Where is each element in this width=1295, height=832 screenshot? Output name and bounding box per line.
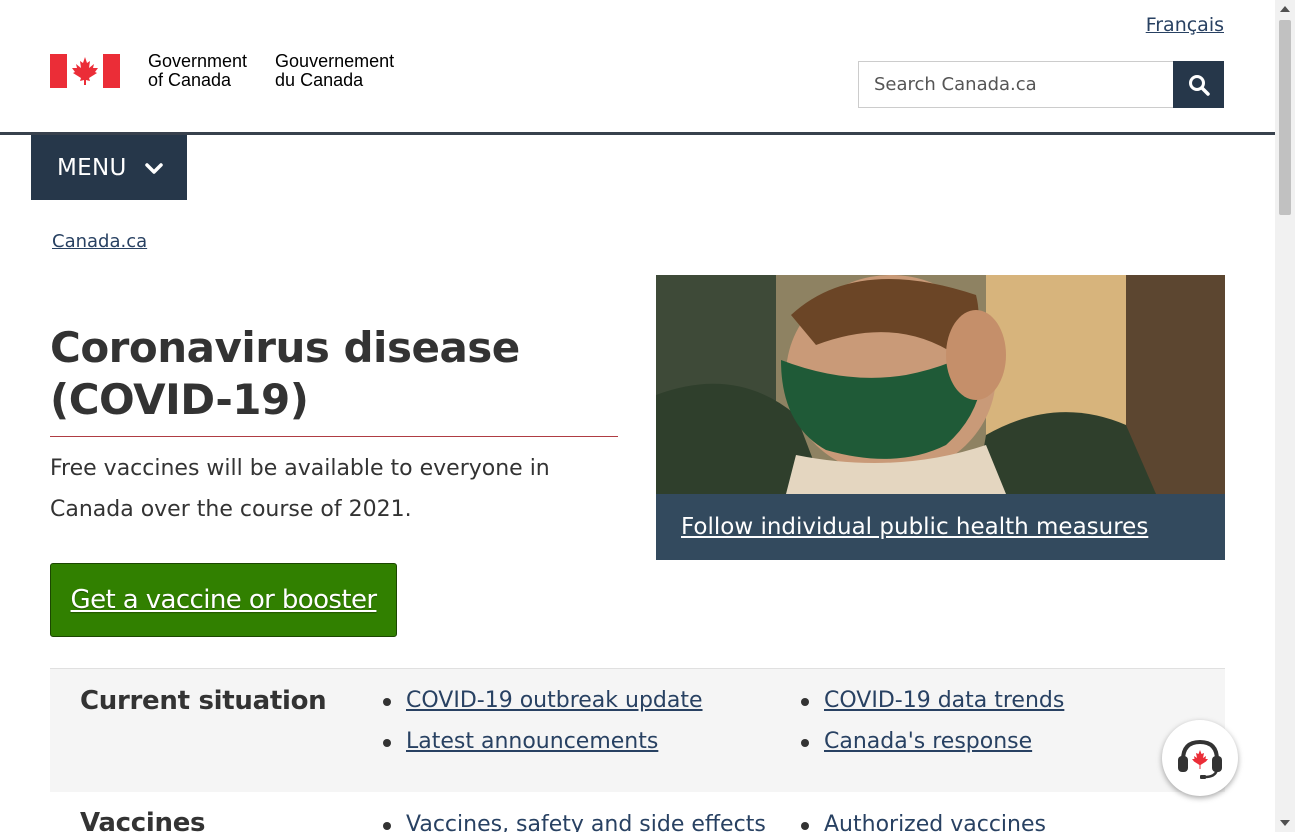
link-list: Authorized vaccines [799,804,1046,832]
header-divider [0,132,1275,135]
page-scrollbar[interactable] [1275,0,1295,832]
language-toggle-link[interactable]: Français [1146,14,1224,36]
section-heading: Current situation [80,686,327,716]
chevron-down-icon [144,162,163,174]
feature-caption: Follow individual public health measures [656,494,1225,560]
feature-card[interactable]: Follow individual public health measures [656,275,1225,560]
list-item[interactable]: Canada's response [799,721,1064,762]
page-title: Coronavirus disease (COVID-19) [50,322,618,437]
scrollbar-thumb[interactable] [1279,20,1291,215]
menu-button[interactable]: MENU [31,135,187,200]
gc-signature[interactable]: Government of Canada Gouvernement du Can… [50,52,394,90]
get-vaccine-button[interactable]: Get a vaccine or booster [50,563,397,637]
menu-label: MENU [57,154,127,181]
search-input[interactable] [858,61,1173,108]
feature-photo [656,275,1225,494]
vaccines-section: Vaccines Vaccines, safety and side effec… [50,792,1225,832]
public-health-measures-link[interactable]: Follow individual public health measures [681,514,1148,540]
link-list: COVID-19 outbreak update Latest announce… [381,680,703,762]
search-button[interactable] [1173,61,1224,108]
page-lead: Free vaccines will be available to every… [50,456,550,522]
brand-french: Gouvernement du Canada [275,51,395,90]
chat-assistant-button[interactable] [1162,720,1238,796]
headset-icon [1178,739,1222,779]
current-situation-section: Current situation COVID-19 outbreak upda… [50,668,1225,792]
data-trends-link[interactable]: COVID-19 data trends [824,688,1064,713]
search-icon [1188,74,1210,96]
list-item[interactable]: Vaccines, safety and side effects [381,804,766,832]
link-list: COVID-19 data trends Canada's response [799,680,1064,762]
list-item[interactable]: COVID-19 outbreak update [381,680,703,721]
search-form [858,61,1224,108]
scroll-down-arrow-icon[interactable] [1280,820,1290,826]
brand-english: Government of Canada [148,51,248,90]
canada-flag-icon [50,54,120,88]
authorized-vaccines-link[interactable]: Authorized vaccines [824,812,1046,832]
scroll-up-arrow-icon[interactable] [1280,6,1290,12]
list-item[interactable]: Latest announcements [381,721,703,762]
vaccine-safety-link[interactable]: Vaccines, safety and side effects [406,812,766,832]
outbreak-update-link[interactable]: COVID-19 outbreak update [406,688,703,713]
breadcrumb-home-link[interactable]: Canada.ca [52,231,147,252]
latest-announcements-link[interactable]: Latest announcements [406,729,658,754]
list-item[interactable]: COVID-19 data trends [799,680,1064,721]
link-list: Vaccines, safety and side effects [381,804,766,832]
section-heading: Vaccines [80,808,206,832]
canadas-response-link[interactable]: Canada's response [824,729,1032,754]
list-item[interactable]: Authorized vaccines [799,804,1046,832]
